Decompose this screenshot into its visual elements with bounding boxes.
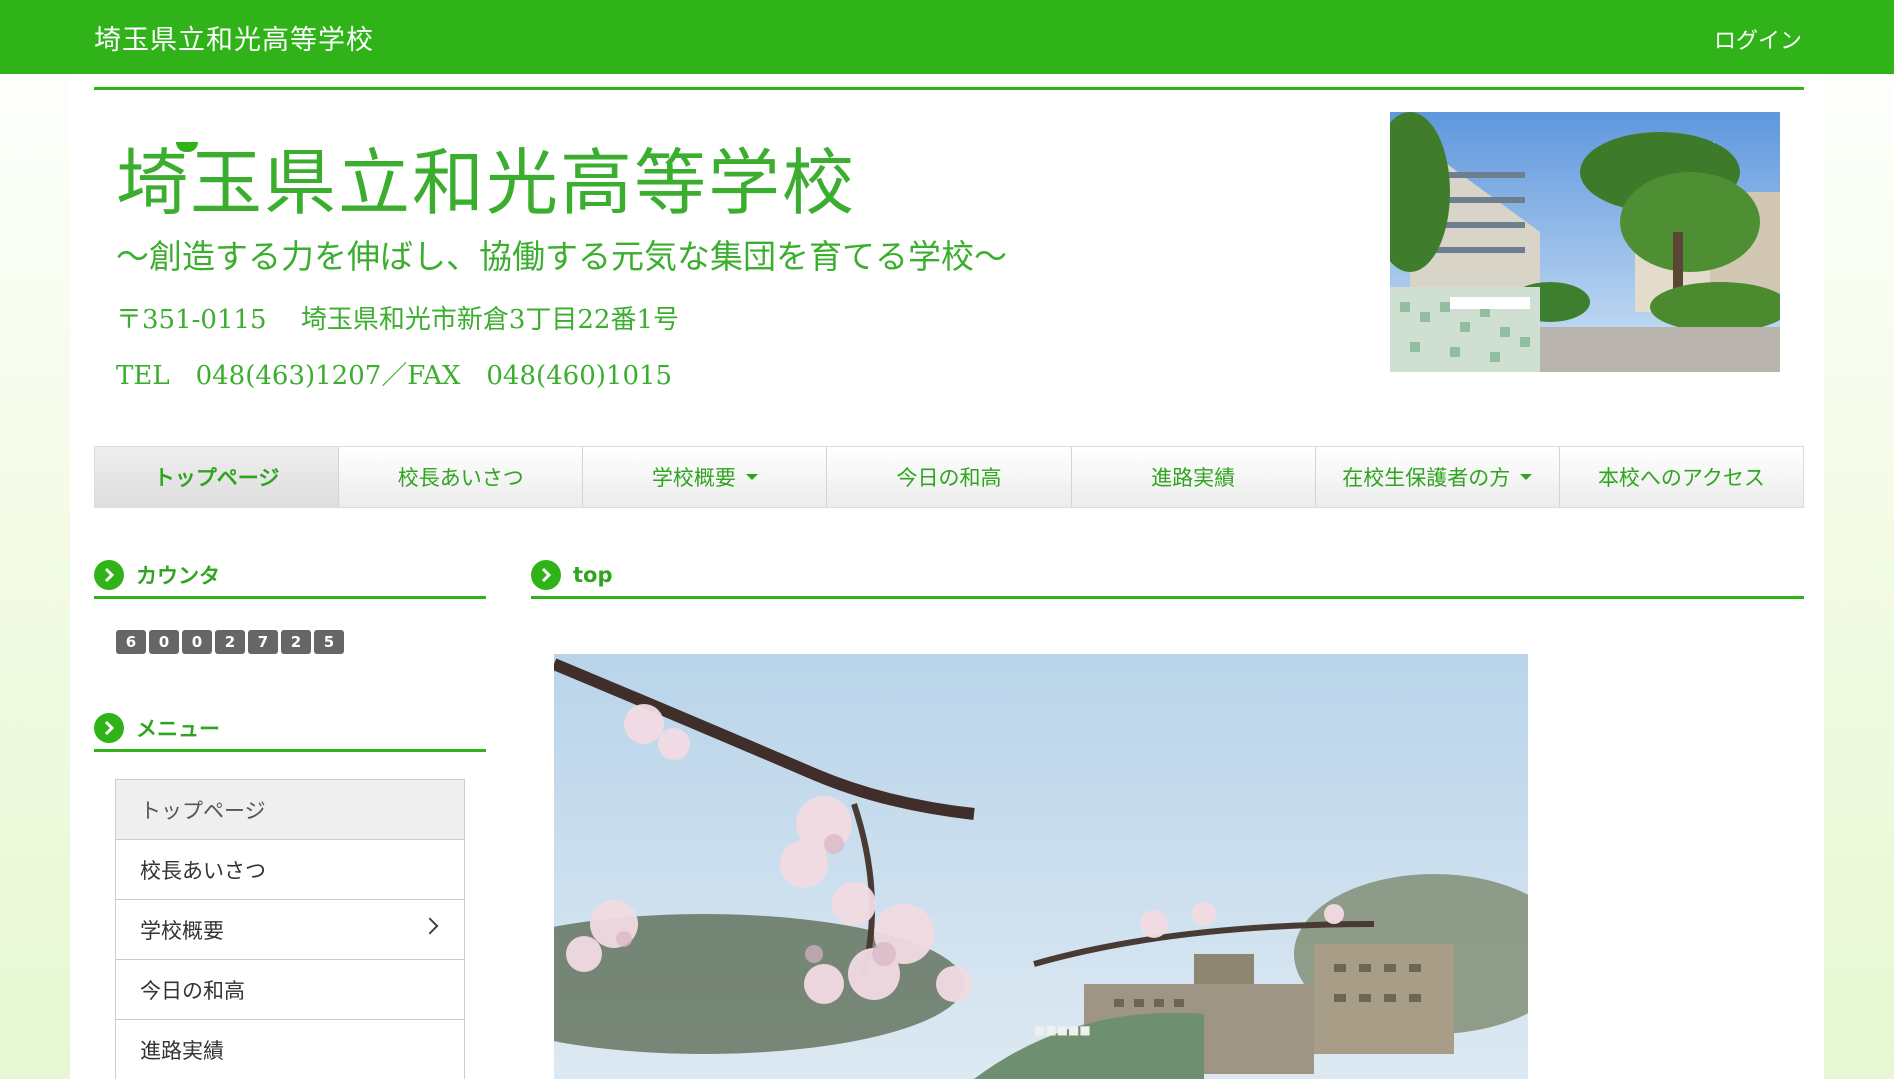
school-motto: 〜創造する力を伸ばし、協働する元気な集団を育てる学校〜 [116,237,1007,276]
nav-label: 在校生保護者の方 [1342,466,1511,490]
cherry-blossom-school-photo: ■■■■■ [554,654,1528,1079]
nav-top-page[interactable]: トップページ [95,447,340,507]
counter-header: カウンタ [94,560,486,599]
page-container: 埼玉県立和光高等学校 〜創造する力を伸ばし、協働する元気な集団を育てる学校〜 〒… [70,74,1824,1079]
school-tel: TEL 048(463)1207／FAX 048(460)1015 [116,361,673,391]
menu-item-label: トップページ [140,798,266,823]
nav-access[interactable]: 本校へのアクセス [1560,447,1803,507]
menu-item-label: 今日の和高 [140,978,245,1003]
counter-digit: 2 [215,630,245,654]
menu-item-principal-greeting[interactable]: 校長あいさつ [116,840,464,900]
menu-title: メニュー [136,717,220,741]
counter-digit: 2 [281,630,311,654]
school-title: 埼玉県立和光高等学校 [116,141,857,225]
menu-item-label: 進路実績 [140,1038,224,1063]
main-section-title: top [573,563,613,587]
menu-item-school-overview[interactable]: 学校概要 [116,900,464,960]
header-divider [94,87,1804,90]
school-address: 〒351-0115 埼玉県和光市新倉3丁目22番1号 [116,305,680,335]
main-section-header: top [531,560,1804,599]
menu-item-label: 学校概要 [140,918,224,943]
svg-text:■■■■■: ■■■■■ [1034,1023,1091,1037]
nav-label: 学校概要 [651,466,736,490]
counter-digit: 0 [149,630,179,654]
counter-digit: 0 [182,630,212,654]
nav-parents[interactable]: 在校生保護者の方 [1316,447,1560,507]
counter-digit: 7 [248,630,278,654]
chevron-right-circle-icon [94,560,124,590]
site-name[interactable]: 埼玉県立和光高等学校 [94,18,374,57]
visitor-counter: 6 0 0 2 7 2 5 [116,630,344,654]
nav-principal-greeting[interactable]: 校長あいさつ [339,447,584,507]
nav-label: 校長あいさつ [397,466,524,490]
counter-title: カウンタ [136,564,220,588]
login-link[interactable]: ログイン [1714,23,1802,55]
school-building-photo [1390,112,1780,372]
counter-digit: 5 [314,630,344,654]
caret-down-icon [1520,474,1533,480]
menu-item-career-results[interactable]: 進路実績 [116,1020,464,1079]
menu-item-label: 校長あいさつ [140,858,266,883]
nav-today[interactable]: 今日の和高 [827,447,1072,507]
main-nav: トップページ 校長あいさつ 学校概要 今日の和高 進路実績 在校生保護者の方 本… [94,446,1804,508]
menu-item-top-page[interactable]: トップページ [116,780,464,840]
top-bar: 埼玉県立和光高等学校 ログイン [0,0,1894,74]
menu-header: メニュー [94,713,486,752]
chevron-right-circle-icon [531,560,561,590]
nav-label: 本校へのアクセス [1597,466,1765,490]
nav-label: トップページ [153,466,280,490]
nav-school-overview[interactable]: 学校概要 [583,447,828,507]
caret-down-icon [745,474,758,480]
nav-label: 今日の和高 [896,466,1002,490]
counter-digit: 6 [116,630,146,654]
menu-item-today[interactable]: 今日の和高 [116,960,464,1020]
sidebar-menu: トップページ 校長あいさつ 学校概要 今日の和高 進路実績 [115,779,465,1079]
nav-career-results[interactable]: 進路実績 [1072,447,1316,507]
chevron-right-icon [421,917,439,935]
chevron-right-circle-icon [94,713,124,743]
nav-label: 進路実績 [1151,466,1236,490]
